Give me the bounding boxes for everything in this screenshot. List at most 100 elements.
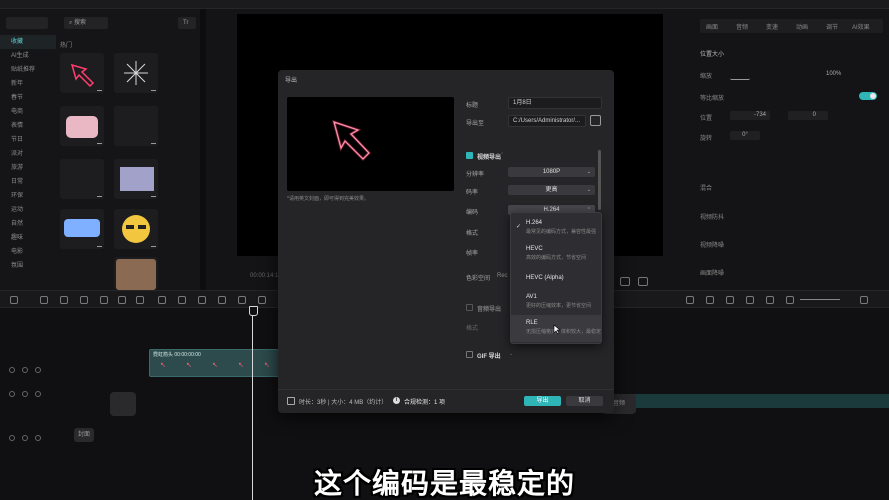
cover-thumbnail[interactable] (110, 392, 136, 416)
redo-icon[interactable] (60, 296, 68, 304)
category-item[interactable]: 氛围 (0, 259, 56, 273)
eye-icon[interactable] (22, 391, 28, 397)
category-item[interactable]: 收藏 (0, 35, 56, 49)
audio-export-checkbox[interactable] (466, 304, 473, 311)
split-icon[interactable] (80, 296, 88, 304)
tab-adjust[interactable]: 调节 (826, 22, 838, 31)
category-item[interactable]: 日常 (0, 175, 56, 189)
sticker-thumb[interactable] (114, 53, 158, 93)
category-item[interactable]: 电商 (0, 105, 56, 119)
codec-option-hevc[interactable]: HEVC 高效的编码方式，节省空间 (511, 241, 601, 266)
position-y-input[interactable]: 0 (788, 111, 828, 120)
folder-icon[interactable] (590, 115, 601, 126)
split-track-icon[interactable] (766, 296, 774, 304)
sticker-clip[interactable]: 霓虹箭头 00:00:00:00 ↖ ↖ ↖ ↖ ↖ (149, 349, 289, 377)
category-item[interactable]: 运动 (0, 203, 56, 217)
eye-icon[interactable] (22, 367, 28, 373)
codec-option-hevc-alpha[interactable]: HEVC (Alpha) (511, 267, 601, 287)
rotate-input[interactable]: 0° (730, 131, 760, 140)
info-icon[interactable]: i (393, 397, 400, 404)
export-path-input[interactable]: C:/Users/Administrator/... (508, 115, 586, 127)
category-item[interactable]: 节日 (0, 133, 56, 147)
category-item[interactable]: 环保 (0, 189, 56, 203)
codec-option-h264[interactable]: ✓ H.264 最常见的编码方式，兼容性最强 (511, 215, 601, 240)
category-item[interactable]: 趣味 (0, 231, 56, 245)
delete-icon[interactable] (136, 296, 144, 304)
microphone-icon[interactable] (686, 296, 694, 304)
category-item[interactable]: AI生成 (0, 49, 56, 63)
position-x-input[interactable]: -734 (730, 111, 770, 120)
cover-hint: *请用英文封面，即可得到完美效果。 (287, 196, 369, 202)
split-right-icon[interactable] (118, 296, 126, 304)
dialog-scrollbar[interactable] (598, 150, 601, 210)
audio-track-clip[interactable] (608, 394, 889, 408)
scale-slider[interactable] (730, 71, 750, 80)
uniform-scale-toggle[interactable] (859, 92, 877, 100)
tab-ai-effects[interactable]: AI效果 (852, 22, 870, 31)
category-item[interactable]: 新年 (0, 77, 56, 91)
select-tool-icon[interactable] (10, 296, 18, 304)
fit-icon[interactable] (860, 296, 868, 304)
category-item[interactable]: 表情 (0, 119, 56, 133)
sticker-thumb[interactable] (60, 209, 104, 249)
lock-icon[interactable] (9, 391, 15, 397)
tab-picture[interactable]: 画面 (706, 22, 718, 31)
sticker-thumb[interactable] (60, 53, 104, 93)
freeze-icon[interactable] (178, 296, 186, 304)
sticker-search[interactable]: ⌕ 搜索 (64, 17, 108, 29)
eye-icon[interactable] (22, 435, 28, 441)
sticker-thumb[interactable] (114, 106, 158, 146)
category-item[interactable]: 派对 (0, 147, 56, 161)
category-select[interactable] (6, 17, 48, 29)
mirror-icon[interactable] (218, 296, 226, 304)
category-item[interactable]: 电影 (0, 245, 56, 259)
fullscreen-icon[interactable] (638, 277, 648, 286)
zoom-slider[interactable] (800, 299, 840, 300)
gif-export-checkbox[interactable] (466, 351, 473, 358)
video-export-checkbox[interactable] (466, 152, 473, 159)
title-input[interactable]: 1月8日 (508, 97, 602, 109)
snap-icon[interactable] (726, 296, 734, 304)
scale-value[interactable]: 100% (826, 71, 841, 77)
audio-icon[interactable] (35, 435, 41, 441)
expand-icon[interactable]: ⌄ (509, 351, 513, 357)
color-space-value[interactable]: Rec (497, 273, 508, 279)
crop-icon[interactable] (620, 277, 630, 286)
bitrate-select[interactable]: 更高 ⌄ (508, 185, 595, 195)
rotate-icon[interactable] (238, 296, 246, 304)
cover-button[interactable]: 封面 (74, 428, 94, 442)
resolution-select[interactable]: 1080P ⌄ (508, 167, 595, 177)
collapse-icon[interactable]: ⌃ (500, 152, 504, 158)
download-icon (97, 86, 102, 91)
zoom-out-icon[interactable] (786, 296, 794, 304)
sticker-thumb[interactable] (60, 159, 104, 199)
codec-option-av1[interactable]: AV1 更好的压缩效率，更节省空间 (511, 289, 601, 314)
category-item[interactable]: 春节 (0, 91, 56, 105)
text-style-button[interactable]: Tr (178, 17, 196, 29)
sticker-thumb[interactable] (60, 106, 104, 146)
lock-icon[interactable] (9, 367, 15, 373)
reverse-icon[interactable] (198, 296, 206, 304)
crop-icon[interactable] (258, 296, 266, 304)
link-icon[interactable] (706, 296, 714, 304)
undo-icon[interactable] (40, 296, 48, 304)
preview-axis-icon[interactable] (746, 296, 754, 304)
category-item[interactable]: 旅游 (0, 161, 56, 175)
tab-audio[interactable]: 音频 (736, 22, 748, 31)
sticker-thumb[interactable] (114, 209, 158, 249)
split-left-icon[interactable] (100, 296, 108, 304)
category-item[interactable]: 自然 (0, 217, 56, 231)
cancel-button[interactable]: 取消 (566, 396, 603, 406)
lock-icon[interactable] (9, 435, 15, 441)
export-button[interactable]: 导出 (524, 396, 561, 406)
marker-icon[interactable] (158, 296, 166, 304)
sticker-thumb[interactable] (114, 257, 158, 290)
category-item[interactable]: 贴纸推荐 (0, 63, 56, 77)
search-label: 搜索 (74, 20, 87, 26)
tab-animation[interactable]: 动画 (796, 22, 808, 31)
compliance-status[interactable]: 合规检测：1 项 (404, 397, 445, 406)
tab-speed[interactable]: 变速 (766, 22, 778, 31)
audio-icon[interactable] (35, 391, 41, 397)
sticker-thumb[interactable] (114, 159, 158, 199)
audio-icon[interactable] (35, 367, 41, 373)
